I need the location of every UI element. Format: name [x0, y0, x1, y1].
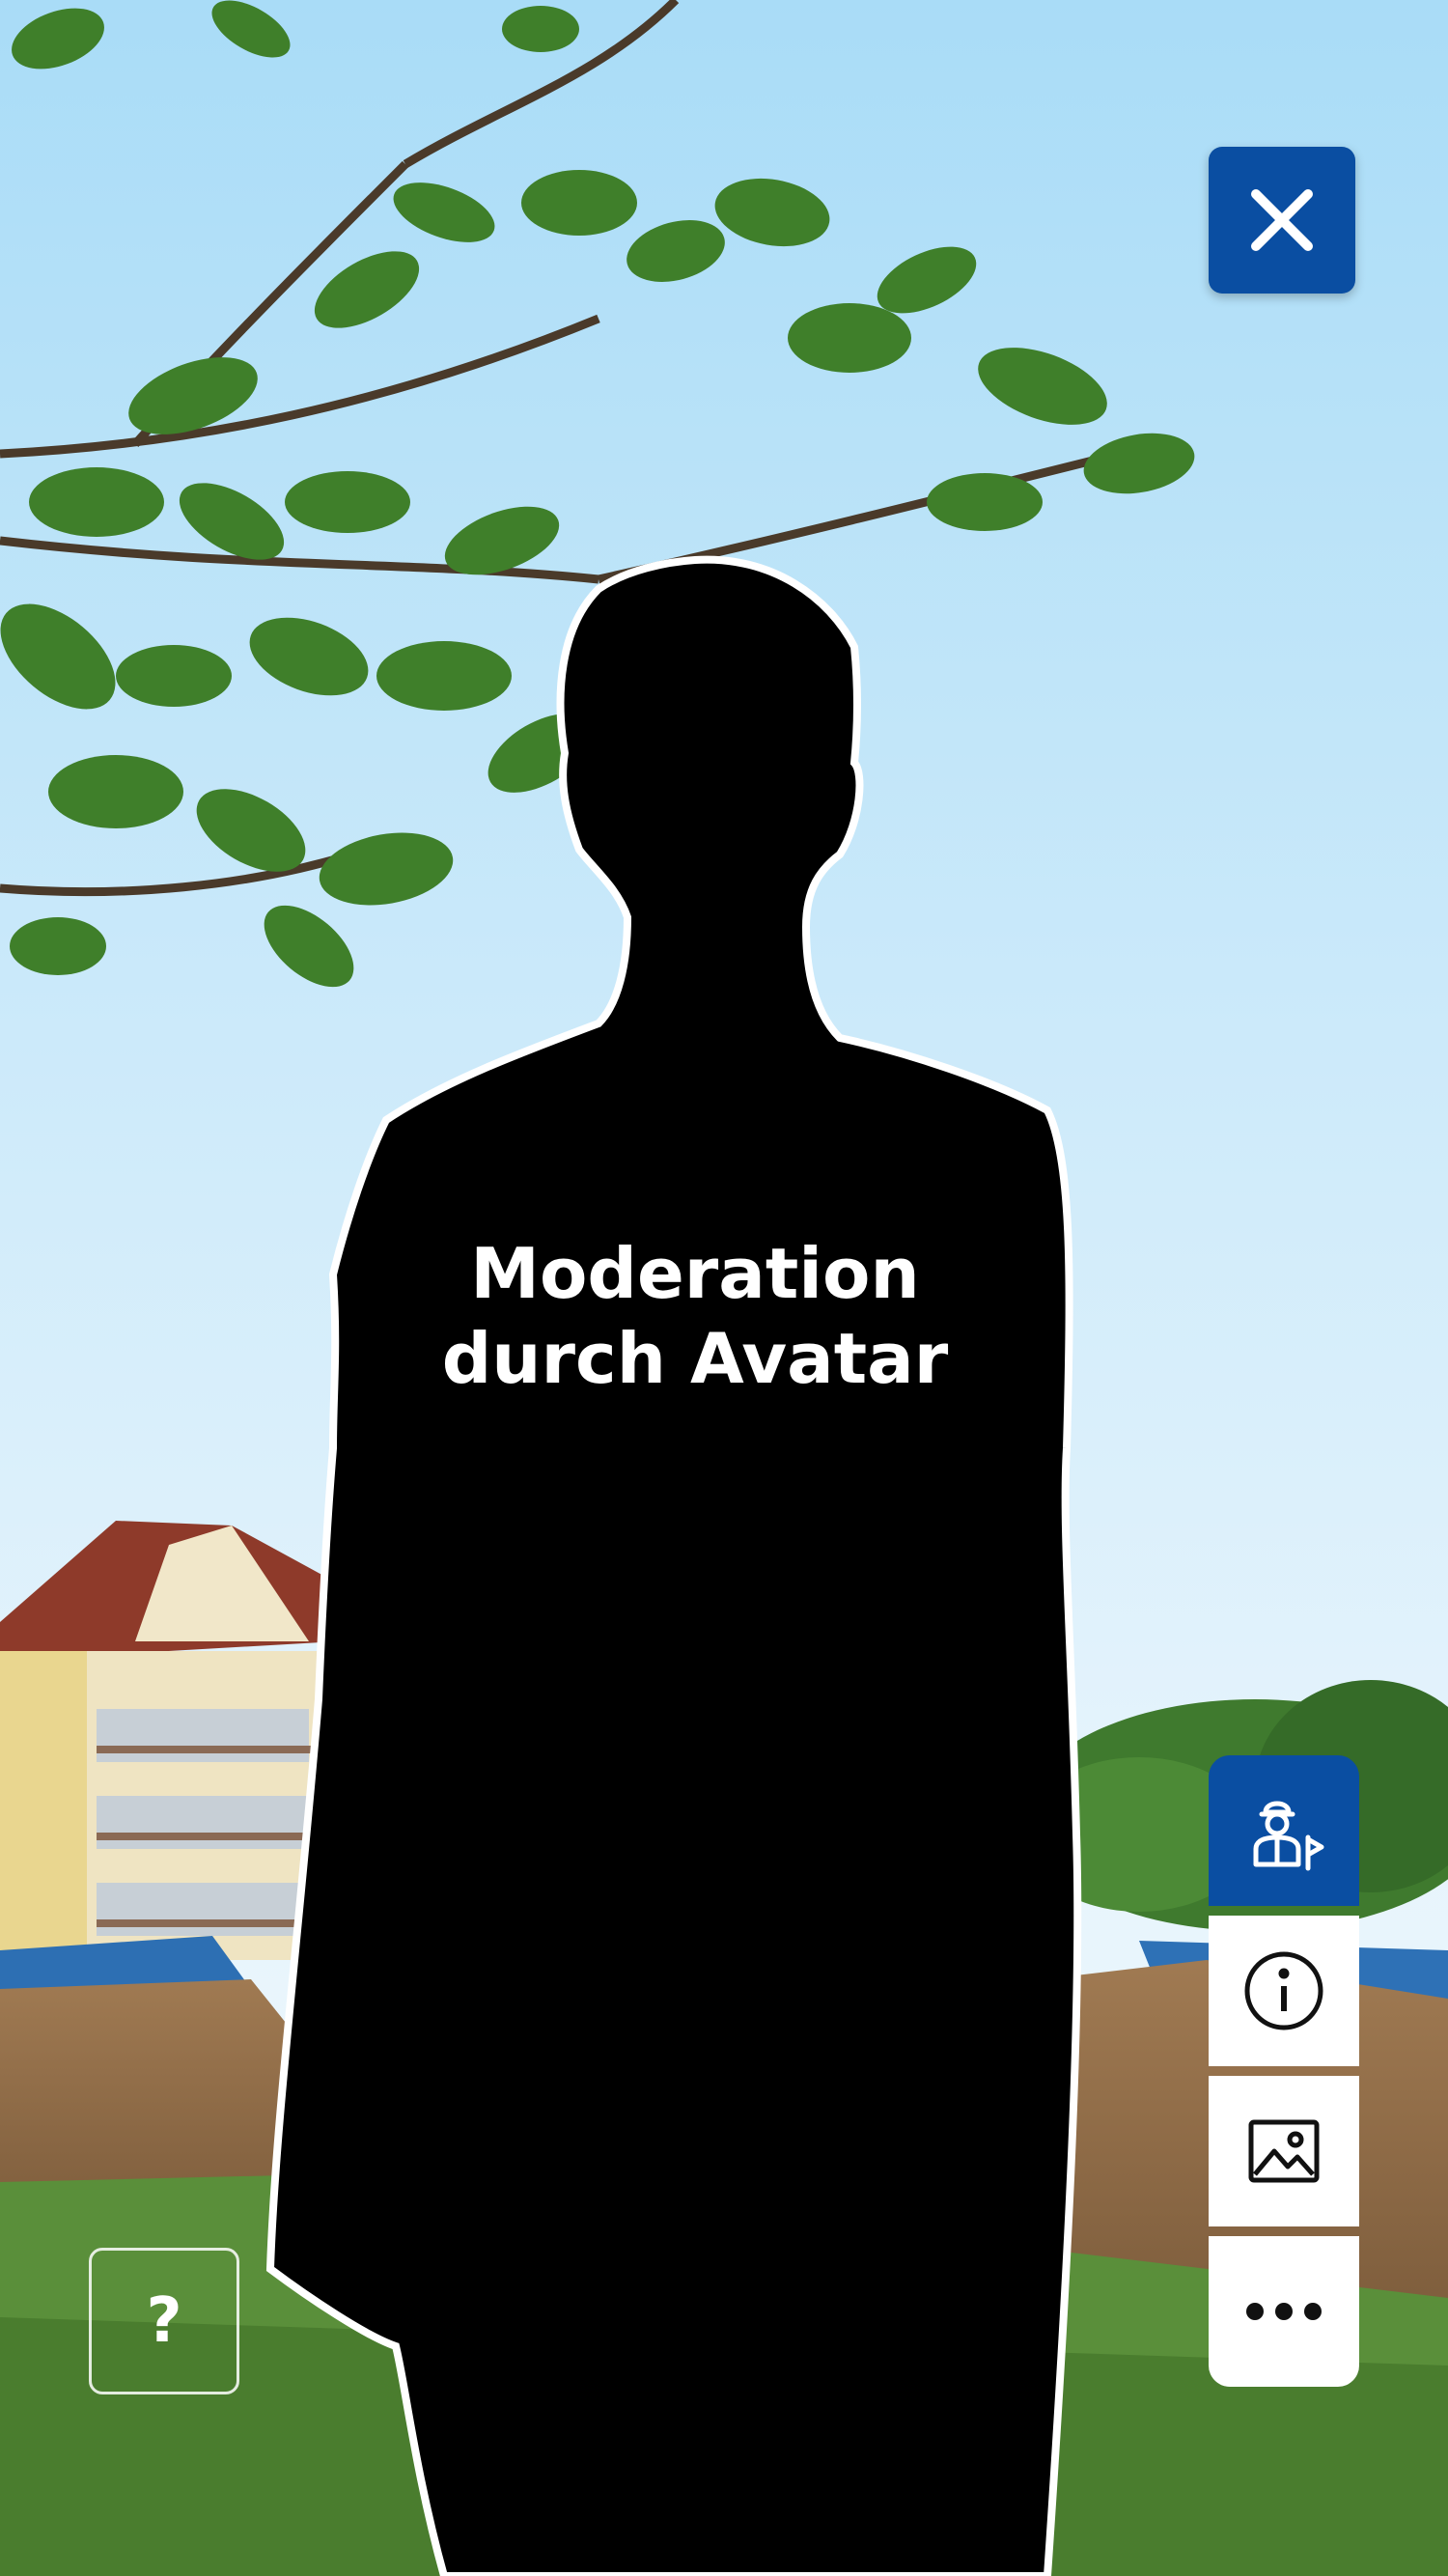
avatar-caption: Moderation durch Avatar [405, 1231, 985, 1401]
more-button[interactable] [1209, 2236, 1359, 2387]
image-button[interactable] [1209, 2076, 1359, 2226]
avatar-guide-button[interactable] [1209, 1755, 1359, 1906]
help-button[interactable]: ? [89, 2248, 239, 2394]
avatar-guide-icon [1253, 1801, 1324, 1871]
close-icon [1251, 189, 1313, 251]
side-toolbar [1209, 1755, 1359, 2387]
house [0, 1521, 338, 1960]
more-icon [1246, 2303, 1322, 2320]
image-icon [1248, 2119, 1320, 2183]
info-icon [1244, 1951, 1323, 2030]
avatar-caption-line1: Moderation [470, 1233, 920, 1314]
info-button[interactable] [1209, 1916, 1359, 2066]
avatar-caption-line2: durch Avatar [441, 1318, 949, 1399]
close-button[interactable] [1209, 147, 1355, 294]
